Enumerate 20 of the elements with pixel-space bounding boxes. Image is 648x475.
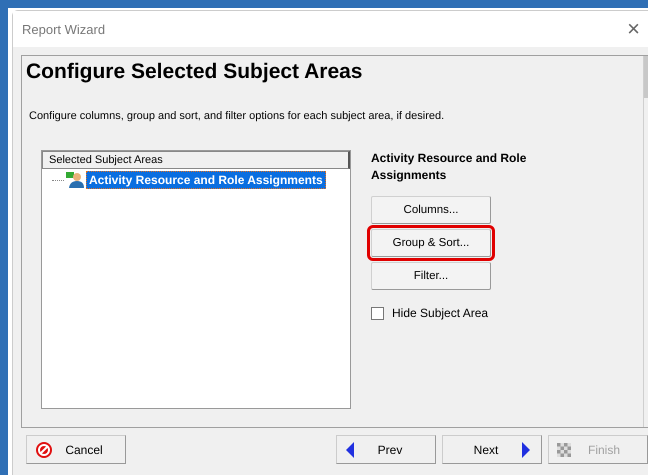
prev-button[interactable]: Prev <box>336 435 436 464</box>
right-arrow-icon <box>521 440 531 458</box>
page-heading: Configure Selected Subject Areas <box>26 60 364 84</box>
option-button[interactable]: Columns... <box>371 196 491 224</box>
close-icon[interactable]: × <box>627 16 640 42</box>
checkbox[interactable] <box>371 306 384 320</box>
next-button[interactable]: Next <box>442 435 542 464</box>
page-description: Configure columns, group and sort, and filter options for each subject area, if desired. <box>29 110 446 122</box>
window-title: Report Wizard <box>22 22 106 36</box>
checkbox-label: Hide Subject Area <box>392 306 488 320</box>
no-entry-icon <box>35 440 53 458</box>
left-arrow-icon <box>345 440 355 458</box>
option-button[interactable]: Filter... <box>371 262 491 290</box>
subject-item[interactable]: Activity Resource and Role Assignments <box>86 171 326 189</box>
subject-title: Activity Resource and Role Assignments <box>371 150 528 184</box>
cancel-button[interactable]: Cancel <box>26 435 126 464</box>
person-icon <box>66 172 84 188</box>
scrollbar-thumb[interactable] <box>644 56 648 98</box>
checkered-flag-icon <box>557 442 571 456</box>
list-header: Selected Subject Areas <box>42 151 350 169</box>
